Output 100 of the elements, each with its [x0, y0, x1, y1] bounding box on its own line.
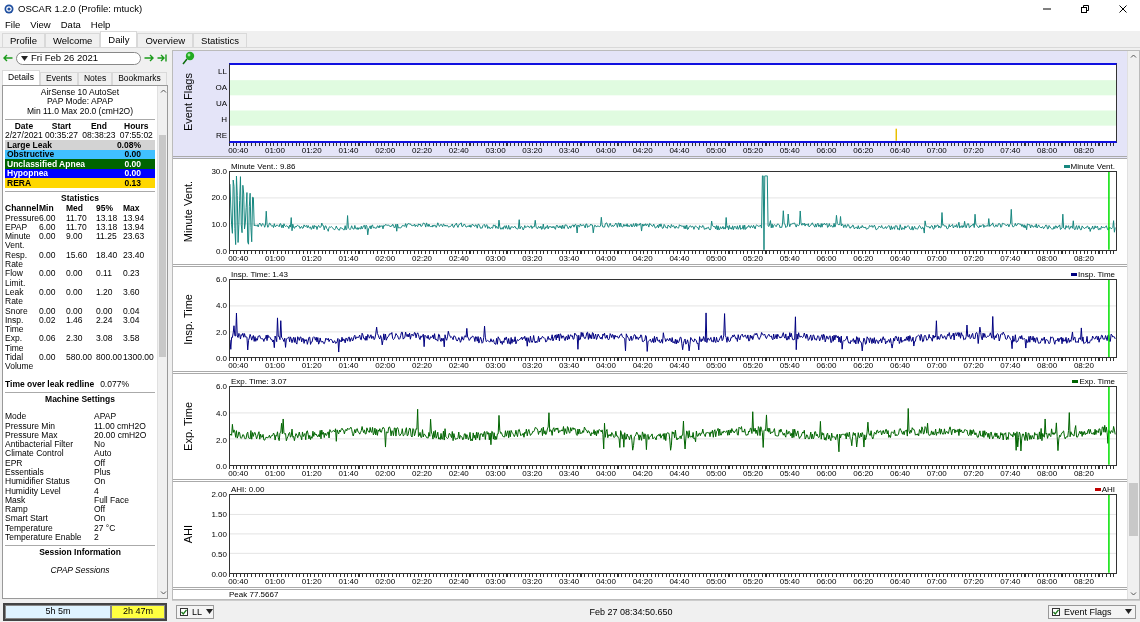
table-cell: 0.00	[66, 305, 83, 316]
table-cell: 0.00	[66, 286, 83, 297]
table-cell: 0.00	[39, 249, 56, 260]
column-header: Min	[39, 204, 55, 214]
column-header: Channel	[5, 204, 39, 214]
menu-item[interactable]: Data	[55, 18, 86, 30]
setting-value: 4	[94, 486, 100, 496]
setting-value: Off	[94, 505, 107, 515]
menu-item[interactable]: File	[0, 18, 26, 30]
table-cell: 3.04	[123, 314, 140, 325]
legend-label: Exp. Time	[1079, 377, 1115, 387]
tick-label: 06:40	[890, 253, 911, 263]
tab[interactable]: Notes	[78, 72, 113, 85]
menu-item[interactable]: View	[25, 18, 56, 30]
checkbox[interactable]	[1052, 607, 1060, 616]
table-cell: 0.00	[39, 268, 56, 279]
channel-dropdown[interactable]: LL	[176, 604, 214, 619]
table-cell: 3.08	[96, 333, 113, 344]
tick-label: 02:40	[448, 253, 469, 263]
tick-label: 01:00	[264, 145, 285, 155]
scrollbar[interactable]	[1127, 51, 1139, 599]
column-header: Hours	[123, 121, 150, 132]
tick-label: 07:40	[1000, 145, 1021, 155]
tick-label: 06:00	[816, 145, 837, 155]
table-cell: 0.00	[66, 268, 83, 279]
scrollbar[interactable]	[157, 86, 167, 598]
setting-name: Mode	[5, 412, 28, 422]
tick-label: 02:00	[375, 469, 396, 479]
tab[interactable]: Events	[40, 72, 78, 85]
tick-label: 00:40	[228, 577, 249, 586]
tab[interactable]: Details	[2, 70, 40, 85]
tab[interactable]: Statistics	[193, 33, 248, 47]
table-cell: Exp. Time	[5, 333, 24, 353]
tab[interactable]: Bookmarks	[112, 72, 167, 85]
row-label: UA	[215, 98, 227, 108]
tick-label: 07:20	[963, 469, 984, 479]
setting-value: On	[94, 477, 107, 487]
table-cell: 9.00	[66, 231, 83, 242]
plot-area[interactable]	[229, 494, 1117, 574]
date-picker[interactable]: Fri Feb 26 2021	[16, 51, 141, 65]
last-day-icon[interactable]	[157, 54, 167, 62]
table-cell: EPAP	[5, 221, 28, 232]
forward-arrow-icon[interactable]	[144, 54, 154, 62]
column-header: Date	[13, 121, 35, 131]
back-arrow-icon[interactable]	[3, 54, 13, 62]
tick-label: 05:40	[779, 145, 800, 155]
tick-label: 08:00	[1037, 577, 1058, 586]
tab[interactable]: Profile	[2, 33, 45, 47]
table-cell: 2/27/2021	[5, 131, 43, 141]
column-header: End	[89, 121, 108, 132]
tick-label: 03:20	[522, 469, 543, 479]
tick-label: 03:20	[522, 577, 543, 586]
tab[interactable]: Overview	[137, 33, 194, 47]
section-title: Session Information	[38, 548, 122, 558]
plot-area[interactable]	[229, 386, 1117, 467]
table-cell: Minute Vent.	[5, 231, 31, 251]
index-value: 0.00	[124, 169, 141, 179]
row-label: LL	[218, 66, 227, 76]
table-cell: 1.20	[96, 286, 113, 297]
tick-label: 02:20	[412, 253, 433, 263]
time-bar[interactable]: 5h 5m	[5, 605, 111, 619]
table-cell: 580.00	[66, 352, 92, 363]
tick-label: 01:40	[338, 577, 359, 586]
row-label: RE	[215, 130, 227, 140]
scroll-thumb[interactable]	[1129, 483, 1138, 537]
setting-value: 27 °C	[94, 523, 117, 534]
tick-label: 02:40	[448, 577, 469, 586]
axis-title: Insp. Time	[182, 293, 194, 345]
tick-label: 06:20	[853, 361, 874, 371]
tick-label: 02:20	[412, 361, 433, 371]
plot-area[interactable]	[229, 278, 1117, 359]
setting-name: Pressure Max	[5, 430, 59, 440]
time-bar[interactable]: 2h 47m	[111, 605, 165, 619]
checkbox[interactable]	[180, 607, 188, 616]
tick-label: 05:00	[706, 145, 727, 155]
tab[interactable]: Welcome	[44, 33, 101, 47]
tick-label: 05:20	[742, 361, 763, 371]
channel-dropdown[interactable]: Event Flags	[1048, 604, 1136, 619]
axis-title: Minute Vent.	[182, 180, 194, 242]
tick-label: 05:00	[706, 577, 727, 586]
restore-icon[interactable]	[1080, 3, 1090, 14]
setting-name: Temperature Enable	[5, 533, 83, 543]
plot-area[interactable]	[229, 63, 1117, 143]
close-icon[interactable]	[1118, 3, 1128, 14]
menu-item[interactable]: Help	[85, 18, 116, 30]
tick-label: 06:40	[890, 577, 911, 586]
value-readout: AHI: 0.00	[231, 485, 265, 495]
table-cell: 2.24	[96, 314, 113, 325]
pushpin-icon[interactable]	[180, 51, 196, 65]
tick-label: 03:00	[485, 577, 506, 586]
tick-label: 02:00	[375, 361, 396, 371]
tick-label: 06:00	[816, 253, 837, 263]
tick-label: 04:20	[632, 145, 653, 155]
tick-label: 04:20	[632, 253, 653, 263]
tick-label: 05:40	[779, 577, 800, 586]
scroll-thumb[interactable]	[159, 135, 166, 357]
tab[interactable]: Daily	[100, 31, 138, 47]
tick-label: 07:00	[926, 361, 947, 371]
index-name: Obstructive	[7, 150, 55, 160]
tick-label: 01:00	[264, 469, 285, 479]
